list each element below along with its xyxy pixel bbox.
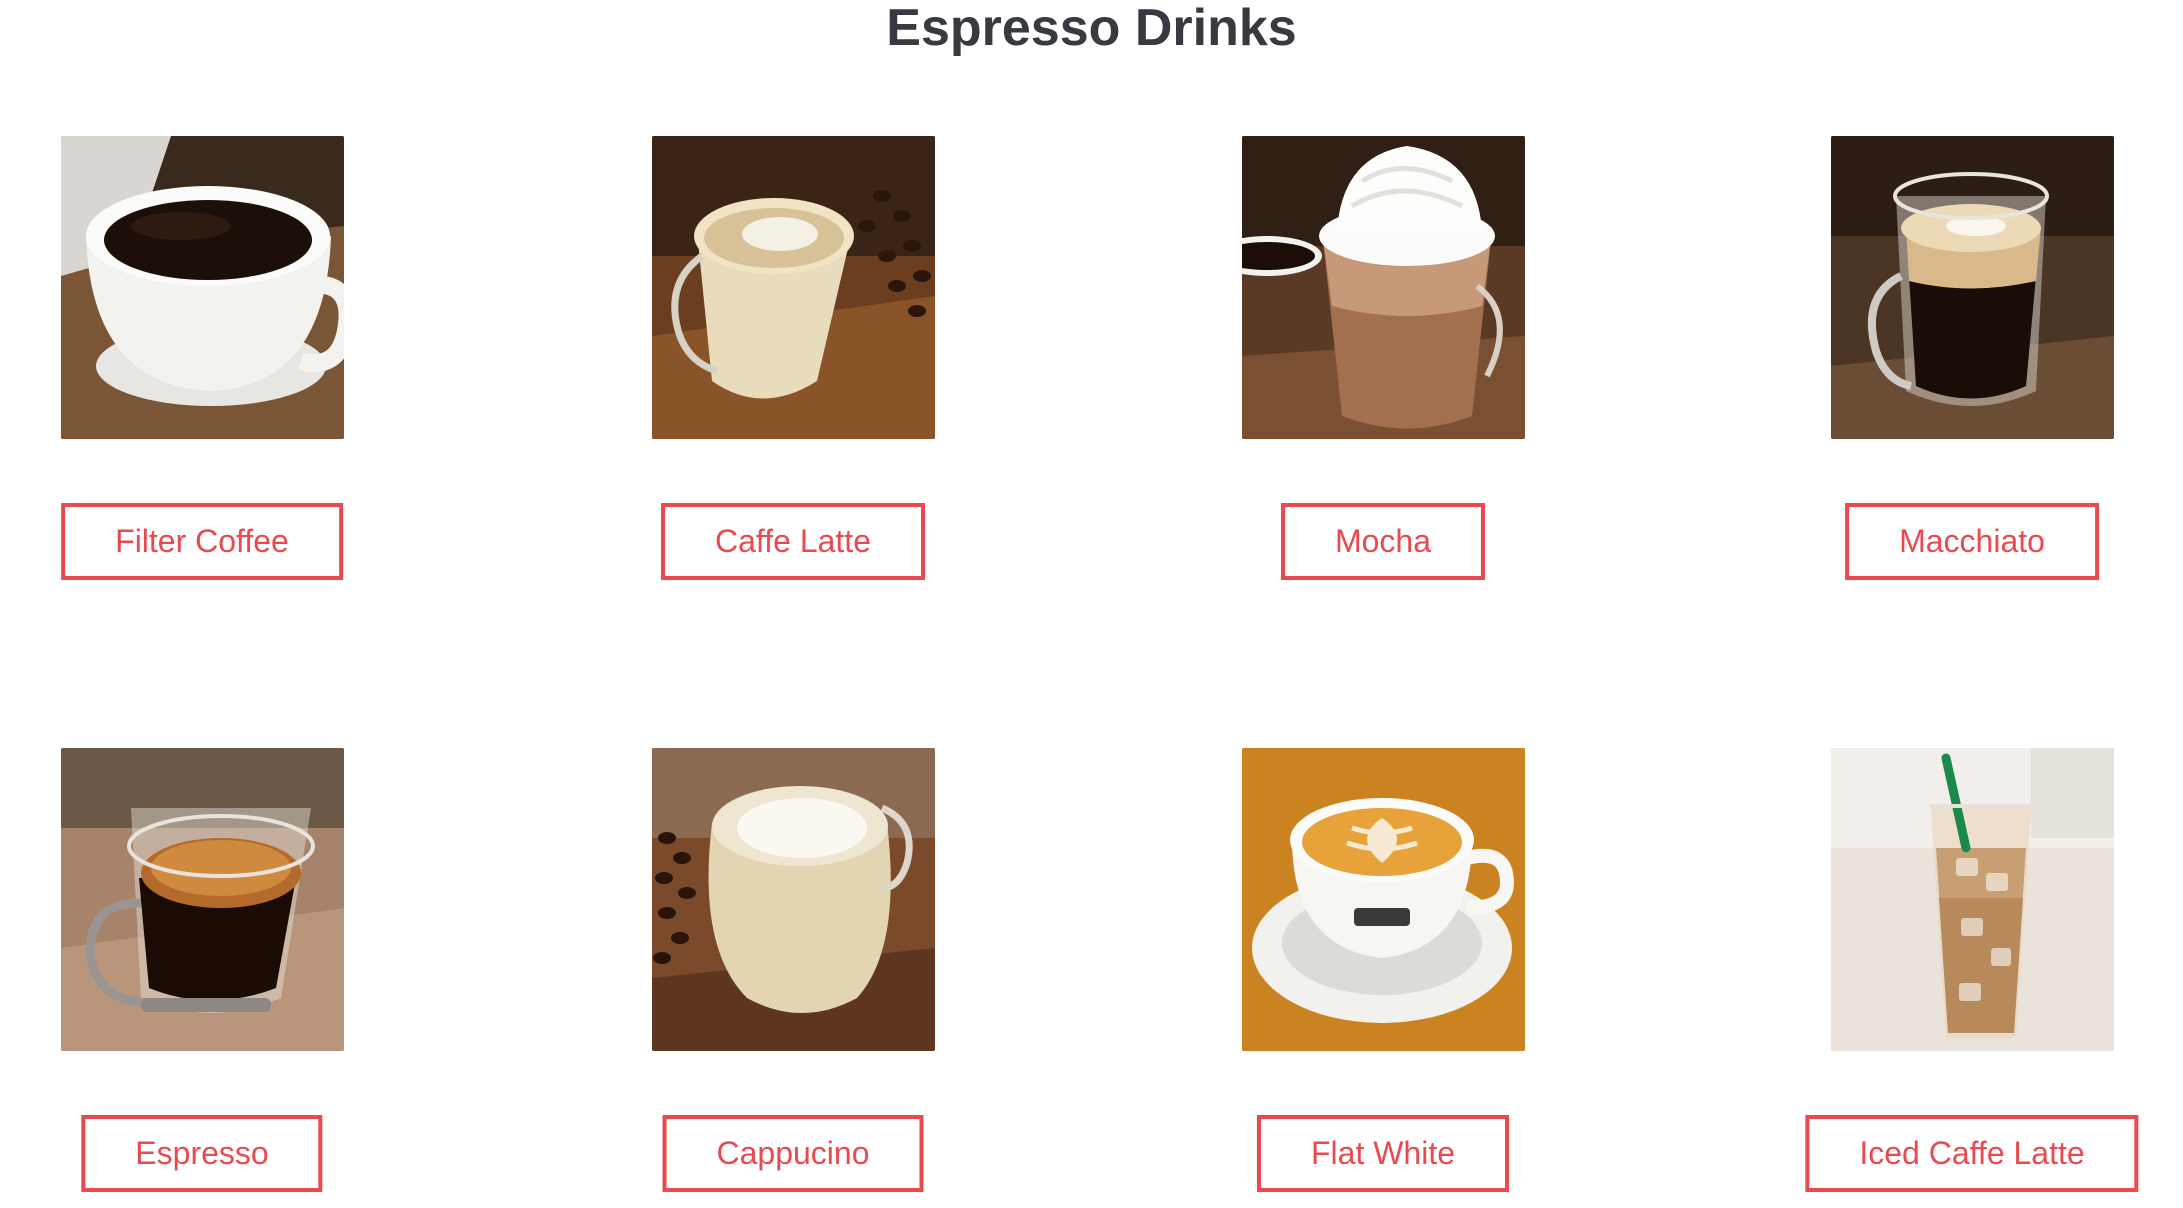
- mocha-button[interactable]: Mocha: [1280, 503, 1486, 580]
- drink-card-espresso: Espresso: [2, 748, 402, 1208]
- drink-card-flat-white: Flat White: [1183, 748, 1583, 1208]
- iced-caffe-latte-button[interactable]: Iced Caffe Latte: [1805, 1115, 2139, 1192]
- cappucino-photo: [652, 748, 935, 1051]
- drink-card-iced-caffe-latte: Iced Caffe Latte: [1772, 748, 2172, 1208]
- drink-card-caffe-latte: Caffe Latte: [593, 136, 993, 596]
- macchiato-button[interactable]: Macchiato: [1845, 503, 2099, 580]
- espresso-button[interactable]: Espresso: [81, 1115, 323, 1192]
- filter-coffee-button[interactable]: Filter Coffee: [61, 503, 343, 580]
- iced-caffe-latte-photo: [1831, 748, 2114, 1051]
- caffe-latte-photo: [652, 136, 935, 439]
- caffe-latte-button[interactable]: Caffe Latte: [661, 503, 925, 580]
- macchiato-photo: [1831, 136, 2114, 439]
- filter-coffee-photo: [61, 136, 344, 439]
- drink-card-mocha: Mocha: [1183, 136, 1583, 596]
- flat-white-photo: [1242, 748, 1525, 1051]
- cappucino-button[interactable]: Cappucino: [662, 1115, 924, 1192]
- drink-card-macchiato: Macchiato: [1772, 136, 2172, 596]
- flat-white-button[interactable]: Flat White: [1256, 1115, 1510, 1192]
- espresso-photo: [61, 748, 344, 1051]
- drink-card-cappucino: Cappucino: [593, 748, 993, 1208]
- mocha-photo: [1242, 136, 1525, 439]
- page-title: Espresso Drinks: [886, 0, 1297, 57]
- drink-card-filter-coffee: Filter Coffee: [2, 136, 402, 596]
